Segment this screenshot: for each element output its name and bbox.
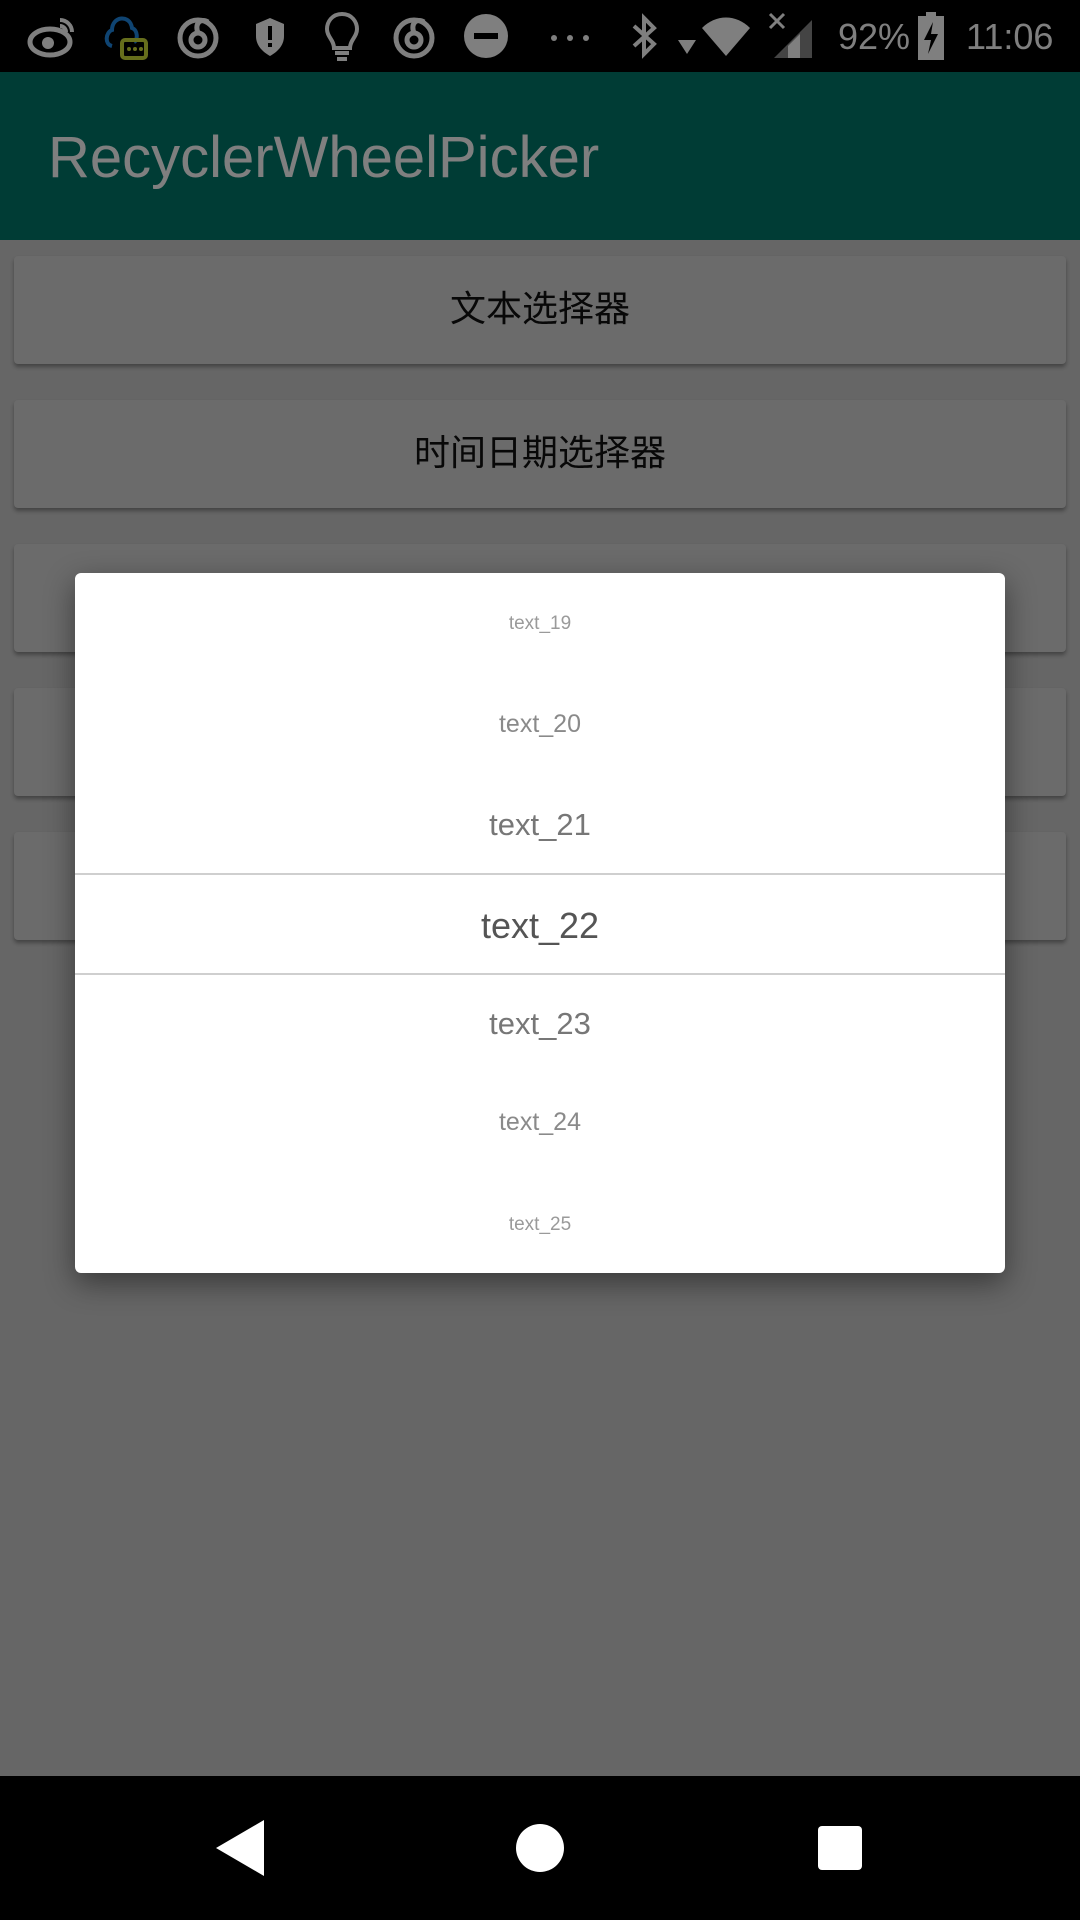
selection-divider-top <box>75 873 1005 875</box>
home-icon[interactable] <box>504 1812 576 1884</box>
wheel-item[interactable]: text_24 <box>75 1108 1005 1137</box>
navigation-bar <box>0 1776 1080 1920</box>
wheel-item[interactable]: text_21 <box>75 807 1005 843</box>
wheel-item[interactable]: text_19 <box>75 613 1005 635</box>
recents-icon[interactable] <box>804 1812 876 1884</box>
wheel-item[interactable]: text_23 <box>75 1006 1005 1042</box>
back-icon[interactable] <box>204 1812 276 1884</box>
selection-divider-bottom <box>75 973 1005 975</box>
wheel-item[interactable]: text_25 <box>75 1214 1005 1236</box>
wheel-item-selected[interactable]: text_22 <box>75 905 1005 947</box>
wheel-item[interactable]: text_20 <box>75 710 1005 739</box>
wheel-picker-dialog[interactable]: text_19 text_20 text_21 text_22 text_23 … <box>75 573 1005 1273</box>
